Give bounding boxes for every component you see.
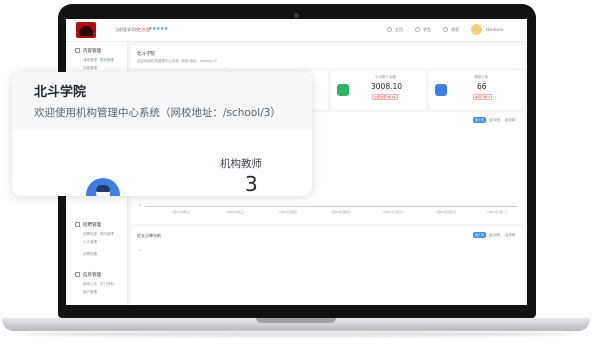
sidebar-item[interactable]: 简历管理 bbox=[100, 232, 114, 237]
sidebar-section-content[interactable]: 内容管理 bbox=[83, 48, 101, 54]
sidebar-item[interactable]: 课程管理 bbox=[83, 58, 97, 63]
order-icon bbox=[435, 84, 447, 96]
sidebar-item[interactable]: 招聘设置 bbox=[83, 252, 97, 257]
school-name: 北斗学院 bbox=[34, 85, 87, 100]
sidebar-item[interactable]: 题目管理 bbox=[100, 58, 114, 63]
school-logo bbox=[76, 22, 96, 38]
sidebar-item[interactable]: 招聘信息 bbox=[83, 232, 97, 237]
info-icon bbox=[75, 272, 80, 277]
stat-label: 平台账户余额 bbox=[375, 75, 396, 79]
laptop-notch bbox=[256, 318, 336, 323]
user-avatar[interactable] bbox=[471, 24, 482, 35]
teacher-avatar-icon bbox=[86, 178, 120, 196]
x-tick: 1月10日(周五) bbox=[331, 210, 352, 214]
tab-halfyear[interactable]: 近半年 bbox=[503, 117, 518, 123]
briefcase-icon bbox=[75, 222, 80, 227]
laptop-mockup: 当前登录学校： 三台县 ★★★★★ 主页 学生 消息 Hixmora 内容管理 … bbox=[0, 0, 592, 347]
tab-7days[interactable]: 近7天 bbox=[473, 117, 487, 123]
user-name[interactable]: Hixmora bbox=[486, 27, 503, 32]
sidebar-section-recruit[interactable]: 招聘管理 bbox=[83, 222, 101, 228]
stat-label: 课程订单 bbox=[474, 75, 488, 79]
folder-icon bbox=[75, 48, 80, 53]
welcome-panel: 北斗学院 欢迎使用机构管理中心系统（网校地址：/school/3） bbox=[131, 45, 525, 68]
tab-30days[interactable]: 近30天 bbox=[487, 117, 502, 123]
stat-card-balance: 平台账户余额 3008.10 立即充值 88.40 bbox=[331, 71, 426, 109]
tab-7days[interactable]: 近7天 bbox=[473, 232, 487, 238]
laptop-shadow bbox=[20, 331, 572, 337]
x-tick: 1月12日(周日) bbox=[436, 210, 457, 214]
orders-tag[interactable]: 本月订单 2 bbox=[473, 94, 492, 100]
teacher-count: 3 bbox=[245, 172, 258, 196]
school-info-card: 北斗学院 欢迎使用机构管理中心系统（网校地址：/school/3） 机构教师 3 bbox=[12, 72, 312, 196]
top-bar: 当前登录学校： 三台县 ★★★★★ 主页 学生 消息 Hixmora bbox=[66, 19, 527, 42]
topbar-link-students[interactable]: 学生 bbox=[423, 27, 431, 33]
school-name: 北斗学院 bbox=[137, 52, 155, 57]
order-analysis-panel: 近五订单分析 近7天 近30天 近半年 1 bbox=[131, 227, 525, 305]
stat-value: 3008.10 bbox=[371, 82, 403, 91]
sidebar-section-info[interactable]: 信息管理 bbox=[83, 272, 101, 278]
sidebar-item[interactable]: 新闻公告 bbox=[83, 282, 97, 287]
y-tick: 0 bbox=[139, 203, 141, 207]
sidebar-item[interactable]: 学习资料 bbox=[100, 282, 114, 287]
radio-icon[interactable] bbox=[415, 27, 420, 32]
wallet-icon bbox=[337, 84, 349, 96]
recharge-tag[interactable]: 立即充值 88.40 bbox=[372, 94, 398, 100]
stat-value: 66 bbox=[477, 82, 487, 91]
welcome-text: 欢迎使用机构管理中心系统（网校地址：/school/3） bbox=[137, 59, 220, 63]
welcome-text: 欢迎使用机构管理中心系统（网校地址：/school/3） bbox=[34, 107, 281, 119]
teacher-label: 机构教师 bbox=[220, 158, 262, 170]
tab-30days[interactable]: 近30天 bbox=[487, 232, 502, 238]
topbar-link-home[interactable]: 主页 bbox=[395, 27, 403, 33]
rating-stars: ★★★★★ bbox=[148, 26, 168, 32]
x-tick: 1月8日(周三) bbox=[226, 210, 245, 214]
x-tick: 1月13日(周一) bbox=[487, 210, 508, 214]
card-header: 北斗学院 欢迎使用机构管理中心系统（网校地址：/school/3） bbox=[12, 72, 312, 130]
sidebar-item[interactable]: 试卷管理 bbox=[83, 66, 97, 71]
x-tick: 1月7日(周二) bbox=[172, 210, 191, 214]
radio-icon[interactable] bbox=[387, 27, 392, 32]
webcam bbox=[294, 13, 299, 18]
x-axis bbox=[145, 206, 517, 207]
stat-card-orders: 课程订单 66 本月订单 2 bbox=[429, 71, 525, 109]
sidebar-item[interactable]: 用户管理 bbox=[83, 290, 97, 295]
panel-title: 近五订单分析 bbox=[137, 233, 161, 238]
topbar-link-messages[interactable]: 消息 bbox=[451, 27, 459, 33]
x-tick: 1月9日(周四) bbox=[279, 210, 298, 214]
tab-halfyear[interactable]: 近半年 bbox=[503, 232, 518, 238]
y-tick: 1 bbox=[139, 248, 141, 252]
sidebar-item[interactable]: 人才管理 bbox=[83, 240, 97, 245]
radio-icon[interactable] bbox=[443, 27, 448, 32]
x-tick: 1月11日(周六) bbox=[383, 210, 404, 214]
